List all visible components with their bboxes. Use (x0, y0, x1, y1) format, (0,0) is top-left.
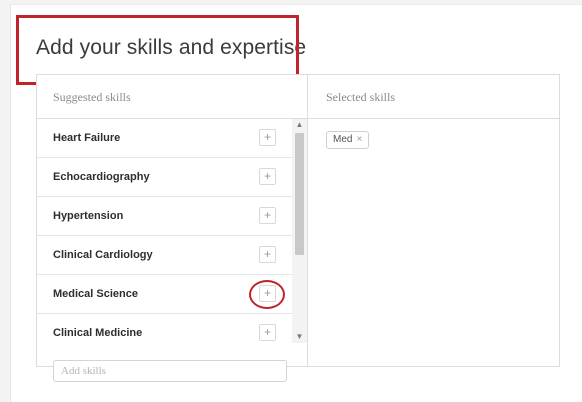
list-item[interactable]: Medical Science + (37, 275, 292, 314)
add-skill-button[interactable]: + (259, 168, 276, 185)
suggested-skills-list[interactable]: Heart Failure + Echocardiography + Hyper… (37, 119, 292, 343)
list-item[interactable]: Heart Failure + (37, 119, 292, 158)
skills-panel: Suggested skills Heart Failure + Echocar… (36, 74, 560, 382)
skill-label: Echocardiography (53, 171, 150, 183)
selected-skill-chip[interactable]: Med × (326, 131, 370, 149)
skill-label: Clinical Medicine (53, 327, 143, 339)
add-skill-button[interactable]: + (259, 324, 276, 341)
chip-label: Med (333, 134, 353, 145)
list-item[interactable]: Hypertension + (37, 197, 292, 236)
remove-chip-icon[interactable]: × (356, 134, 362, 145)
add-skill-button[interactable]: + (259, 207, 276, 224)
add-skill-button[interactable]: + (259, 246, 276, 263)
skill-label: Hypertension (53, 210, 124, 222)
skill-label: Heart Failure (53, 132, 121, 144)
suggested-list-scrollbar[interactable]: ▲ ▼ (292, 119, 307, 343)
list-item[interactable]: Echocardiography + (37, 158, 292, 197)
list-item[interactable]: Clinical Medicine + (37, 314, 292, 343)
selected-skills-header: Selected skills (308, 75, 559, 119)
selected-skills-column: Selected skills Med × (308, 75, 559, 366)
scroll-up-icon[interactable]: ▲ (292, 119, 307, 131)
scroll-down-icon[interactable]: ▼ (292, 331, 307, 343)
skill-label: Medical Science (53, 288, 138, 300)
add-button-highlight-ring (249, 280, 285, 309)
suggested-skills-column: Suggested skills Heart Failure + Echocar… (37, 75, 308, 382)
skill-label: Clinical Cardiology (53, 249, 153, 261)
add-skills-input[interactable] (53, 360, 287, 382)
scrollbar-thumb[interactable] (295, 133, 304, 255)
list-item[interactable]: Clinical Cardiology + (37, 236, 292, 275)
add-skill-button[interactable]: + (259, 129, 276, 146)
suggested-skills-header: Suggested skills (37, 75, 307, 119)
